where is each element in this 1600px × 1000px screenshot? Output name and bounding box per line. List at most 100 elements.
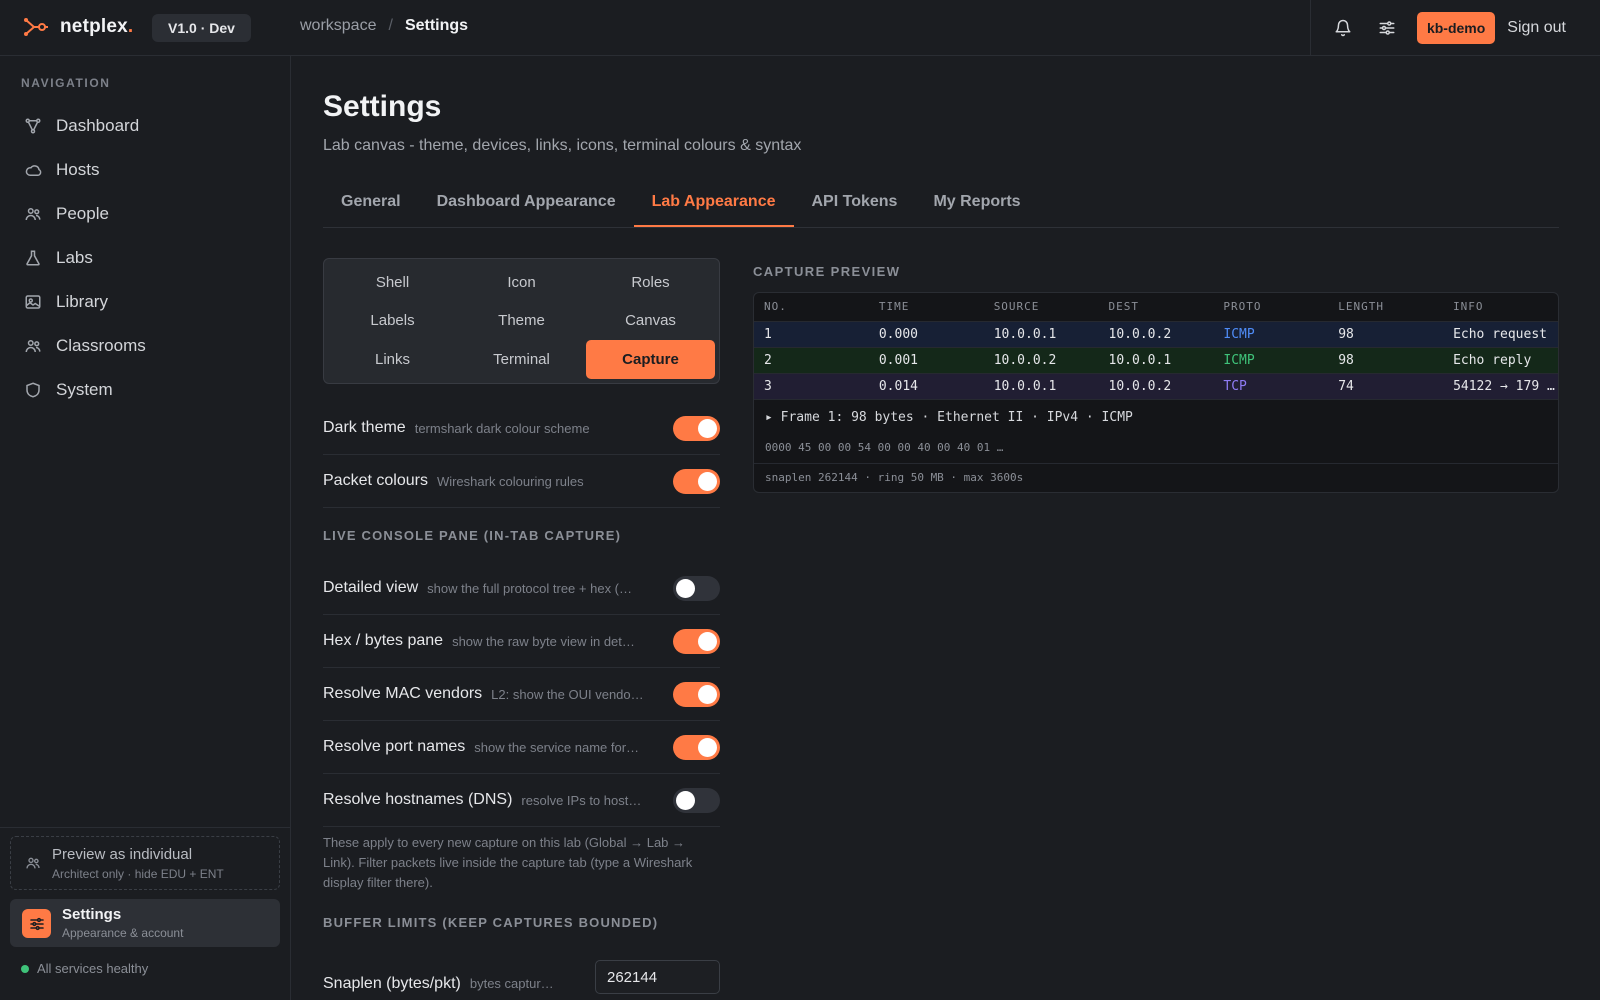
settings-nav-card[interactable]: Settings Appearance & account (10, 899, 280, 947)
tab-my-reports[interactable]: My Reports (915, 179, 1038, 227)
setting-label: Resolve hostnames (DNS) (323, 791, 513, 808)
table-row[interactable]: 1 0.000 10.0.0.1 10.0.0.2 ICMP 98 Echo r… (754, 321, 1558, 348)
subtab-labels[interactable]: Labels (328, 302, 457, 341)
setting-hint: Wireshark colouring rules (436, 473, 584, 489)
lab-subtabs: Shell Icon Roles Labels Theme Canvas Lin… (323, 258, 720, 384)
brand[interactable]: netplex. (22, 14, 133, 40)
packet-colours-toggle[interactable] (673, 469, 720, 494)
dark-theme-toggle[interactable] (673, 416, 720, 441)
sidebar-item-people[interactable]: People (10, 192, 280, 236)
table-cell: 10.0.0.2 (1098, 373, 1214, 400)
netplex-logo-icon (24, 18, 48, 36)
people-icon (26, 857, 40, 869)
subtab-icon[interactable]: Icon (457, 263, 586, 302)
frame-detail[interactable]: ▸ Frame 1: 98 bytes · Ethernet II · IPv4… (754, 400, 1558, 436)
setting-hint: bytes captur… (469, 976, 554, 991)
preferences-button[interactable] (1365, 6, 1409, 50)
resolve-mac-vendors-toggle[interactable] (673, 682, 720, 707)
sidebar-item-hosts[interactable]: Hosts (10, 148, 280, 192)
sidebar-item-label: Dashboard (56, 116, 140, 135)
sidebar-item-label: People (56, 204, 109, 223)
table-cell: 98 (1328, 347, 1444, 374)
setting-hint: L2: show the OUI vendo… (491, 686, 644, 702)
table-cell: 74 (1328, 373, 1444, 400)
sidebar-item-system[interactable]: System (10, 368, 280, 412)
user-badge[interactable]: kb-demo (1416, 12, 1496, 44)
sidebar-item-labs[interactable]: Labs (10, 236, 280, 280)
table-cell: 3 (754, 373, 869, 400)
sidebar-item-label: Classrooms (56, 336, 146, 355)
capture-settings: Dark theme termshark dark colour scheme … (323, 402, 720, 1000)
setting-dark-theme: Dark theme termshark dark colour scheme (323, 402, 720, 455)
sidebar-item-library[interactable]: Library (10, 280, 280, 324)
column-header: NO. (754, 293, 869, 322)
breadcrumb-workspace[interactable]: workspace (300, 17, 376, 35)
capture-settings-note: These apply to every new capture on this… (323, 835, 693, 890)
proto-cell: ICMP (1213, 347, 1329, 374)
version-badge[interactable]: V1.0 · Dev (152, 14, 251, 42)
resolve-hostnames-toggle[interactable] (673, 788, 720, 813)
table-cell: 10.0.0.1 (983, 373, 1099, 400)
setting-label: Dark theme (323, 419, 406, 436)
column-header: LENGTH (1328, 293, 1444, 322)
hex-dump: 0000 45 00 00 54 00 00 40 00 40 01 … (754, 436, 1558, 464)
page-title: Settings (323, 90, 442, 123)
table-cell: Echo reply (1443, 347, 1558, 374)
health-dot-icon (21, 964, 29, 973)
snaplen-input[interactable] (595, 960, 720, 994)
table-cell: 10.0.0.1 (1098, 347, 1214, 374)
setting-label: Resolve MAC vendors (323, 685, 483, 702)
table-cell: 54122 → 179 … (1443, 373, 1558, 400)
hex-bytes-pane-toggle[interactable] (673, 629, 720, 654)
preview-subtitle: Architect only · hide EDU + ENT (52, 867, 224, 881)
tab-dashboard-appearance[interactable]: Dashboard Appearance (419, 179, 634, 227)
table-cell: 0.000 (868, 321, 984, 348)
tab-general[interactable]: General (323, 179, 419, 227)
proto-cell: ICMP (1213, 321, 1329, 348)
top-divider (1309, 0, 1311, 56)
notifications-button[interactable] (1321, 6, 1365, 50)
table-cell: 98 (1328, 321, 1444, 348)
tab-api-tokens[interactable]: API Tokens (794, 179, 916, 227)
nav-heading: NAVIGATION (21, 76, 111, 90)
table-row[interactable]: 2 0.001 10.0.0.2 10.0.0.1 ICMP 98 Echo r… (754, 347, 1558, 374)
subtab-terminal[interactable]: Terminal (457, 340, 586, 379)
subtab-capture[interactable]: Capture (586, 340, 715, 379)
capture-preview: NO. TIME SOURCE DEST PROTO LENGTH INFO 1… (753, 292, 1559, 493)
people-icon (25, 208, 41, 221)
table-cell: 10.0.0.2 (1098, 321, 1214, 348)
setting-label: Hex / bytes pane (323, 632, 444, 649)
sidebar-item-dashboard[interactable]: Dashboard (10, 104, 280, 148)
subtab-canvas[interactable]: Canvas (586, 302, 715, 341)
setting-hex-bytes-pane: Hex / bytes pane show the raw byte view … (323, 615, 720, 668)
subtab-theme[interactable]: Theme (457, 302, 586, 341)
column-header: INFO (1443, 293, 1558, 322)
preview-as-individual-button[interactable]: Preview as individual Architect only · h… (10, 836, 280, 890)
table-cell: 10.0.0.2 (983, 347, 1099, 374)
setting-hint: termshark dark colour scheme (414, 420, 590, 436)
sign-out-button[interactable]: Sign out (1507, 19, 1566, 37)
setting-label: Packet colours (323, 472, 428, 489)
setting-hint: show the service name for… (474, 739, 640, 755)
bell-icon (1335, 19, 1351, 37)
table-cell: Echo request (1443, 321, 1558, 348)
settings-card-title: Settings (62, 906, 122, 923)
subtab-links[interactable]: Links (328, 340, 457, 379)
breadcrumb-separator: / (388, 17, 393, 34)
setting-hint: show the raw byte view in det… (452, 633, 635, 649)
sidebar-item-classrooms[interactable]: Classrooms (10, 324, 280, 368)
detailed-view-toggle[interactable] (673, 576, 720, 601)
subtab-shell[interactable]: Shell (328, 263, 457, 302)
image-icon (25, 295, 41, 309)
table-cell: 1 (754, 321, 869, 348)
subtab-roles[interactable]: Roles (586, 263, 715, 302)
tab-lab-appearance[interactable]: Lab Appearance (633, 179, 794, 227)
graph-icon (25, 118, 41, 134)
packet-table: NO. TIME SOURCE DEST PROTO LENGTH INFO 1… (754, 293, 1558, 400)
table-row[interactable]: 3 0.014 10.0.0.1 10.0.0.2 TCP 74 54122 →… (754, 373, 1558, 400)
resolve-port-names-toggle[interactable] (673, 735, 720, 760)
column-header: TIME (868, 293, 984, 322)
table-cell: 2 (754, 347, 869, 374)
setting-resolve-port-names: Resolve port names show the service name… (323, 721, 720, 774)
breadcrumb: workspace / Settings (300, 17, 468, 35)
